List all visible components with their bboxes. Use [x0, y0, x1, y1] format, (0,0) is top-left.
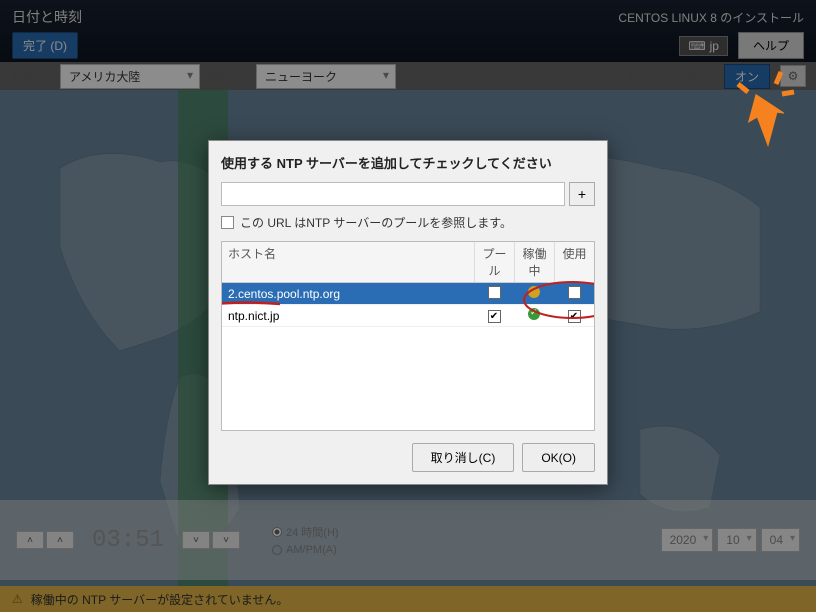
- column-working[interactable]: 稼働中: [514, 242, 554, 282]
- cell-working: [514, 308, 554, 323]
- column-pool[interactable]: プール: [474, 242, 514, 282]
- cell-use[interactable]: [554, 308, 594, 323]
- status-ok-icon: [528, 308, 540, 320]
- ntp-dialog: 使用する NTP サーバーを追加してチェックしてください + この URL はN…: [208, 140, 608, 485]
- checkbox-icon[interactable]: [568, 310, 581, 323]
- checkbox-icon[interactable]: [488, 310, 501, 323]
- cancel-button[interactable]: 取り消し(C): [412, 443, 515, 472]
- cell-use[interactable]: [554, 286, 594, 302]
- checkbox-icon[interactable]: [488, 286, 501, 299]
- checkbox-icon[interactable]: [568, 286, 581, 299]
- cell-working: [514, 286, 554, 301]
- ntp-server-input[interactable]: [221, 182, 565, 206]
- pool-checkbox-label: この URL はNTP サーバーのプールを参照します。: [240, 214, 512, 231]
- column-host[interactable]: ホスト名: [222, 242, 474, 282]
- cell-host: 2.centos.pool.ntp.org: [222, 285, 474, 303]
- cell-host: ntp.nict.jp: [222, 307, 474, 325]
- status-warn-icon: [528, 286, 540, 298]
- column-use[interactable]: 使用: [554, 242, 594, 282]
- add-server-button[interactable]: +: [569, 182, 595, 206]
- cell-pool[interactable]: [474, 308, 514, 323]
- cell-pool[interactable]: [474, 286, 514, 302]
- ntp-server-table: ホスト名 プール 稼働中 使用 2.centos.pool.ntp.org ntp…: [221, 241, 595, 431]
- table-row[interactable]: ntp.nict.jp: [222, 305, 594, 327]
- dialog-title: 使用する NTP サーバーを追加してチェックしてください: [221, 153, 595, 172]
- table-row[interactable]: 2.centos.pool.ntp.org: [222, 283, 594, 305]
- pool-checkbox[interactable]: [221, 216, 234, 229]
- ok-button[interactable]: OK(O): [522, 443, 595, 472]
